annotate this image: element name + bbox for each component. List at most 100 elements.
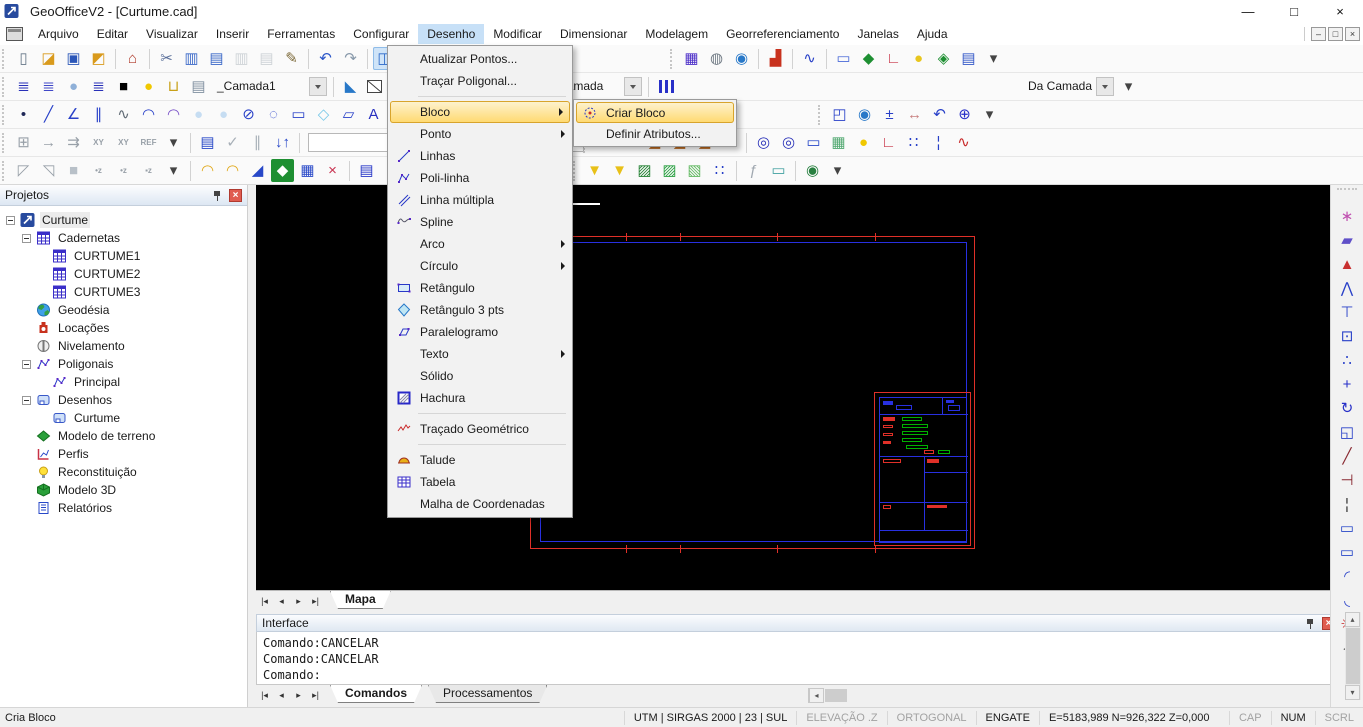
tree-expander-icon[interactable] [22, 359, 31, 369]
tree-item-curtume1[interactable]: CURTUME1 [2, 247, 247, 265]
filter-edit-icon[interactable]: ▼ [608, 159, 631, 182]
tree-item-curtume-drawing[interactable]: Curtume [2, 409, 247, 427]
menu-item-spline[interactable]: Spline [388, 211, 572, 233]
move-icon[interactable]: + [1336, 373, 1359, 396]
menu-item-linha-multipla[interactable]: Linha múltipla [388, 189, 572, 211]
check-points-icon[interactable]: ✓ [221, 131, 244, 154]
array-icon[interactable]: ∴ [1336, 349, 1359, 372]
circle-filled-tool-icon[interactable]: ● [187, 103, 210, 126]
circle-radius-tool-icon[interactable]: ⊘ [237, 103, 260, 126]
tree-item-desenhos[interactable]: Desenhos [2, 391, 247, 409]
cmd-prev-button[interactable]: ◂ [273, 687, 290, 703]
zoom-center-icon[interactable]: ⊕ [953, 103, 976, 126]
combo-arrow-icon[interactable] [309, 77, 327, 96]
modelo-terreno-icon[interactable]: ◆ [857, 47, 880, 70]
toolbar-overflow-icon[interactable]: ▾ [1117, 75, 1140, 98]
menu-configurar[interactable]: Configurar [344, 24, 418, 44]
layer-previous-icon[interactable]: ≣ [37, 75, 60, 98]
select-all-icon[interactable]: ■ [62, 159, 85, 182]
scroll-up-icon[interactable]: ▴ [1345, 612, 1360, 627]
toolbar-overflow-icon[interactable]: ▾ [978, 103, 1001, 126]
save-icon[interactable]: ▣ [62, 47, 85, 70]
polygon-area-icon[interactable]: ◆ [271, 159, 294, 182]
rectangle-3pt-tool-icon[interactable]: ◇ [312, 103, 335, 126]
fill-color-icon[interactable]: ◣ [339, 75, 362, 98]
mirror-icon[interactable]: ⋀ [1336, 277, 1359, 300]
formula-icon[interactable]: ƒ [742, 159, 765, 182]
break-icon[interactable]: ¦ [1336, 493, 1359, 516]
toolbar-overflow-icon[interactable]: ▾ [162, 159, 185, 182]
arc-3pt-tool-icon[interactable]: ◠ [162, 103, 185, 126]
light-bulb-icon[interactable]: ● [852, 131, 875, 154]
tree-item-nivelamento[interactable]: Nivelamento [2, 337, 247, 355]
toolbar-grip[interactable] [670, 48, 676, 69]
maximize-button[interactable]: □ [1271, 0, 1317, 22]
point-tool-icon[interactable]: • [12, 103, 35, 126]
combo-arrow-icon[interactable] [624, 77, 642, 96]
tab-mapa[interactable]: Mapa [330, 591, 391, 609]
menu-item-tabela[interactable]: Tabela [388, 471, 572, 493]
menu-item-arco[interactable]: Arco [388, 233, 572, 255]
toolbar-overflow-icon[interactable]: ▾ [982, 47, 1005, 70]
pen-color-swatch[interactable] [367, 80, 382, 93]
scrollbar-thumb[interactable] [1346, 628, 1360, 684]
undo-icon[interactable]: ↶ [314, 47, 337, 70]
parallel-disabled-icon[interactable]: ∥ [246, 131, 269, 154]
tree-expander-icon[interactable] [6, 215, 15, 225]
tab-comandos[interactable]: Comandos [330, 685, 422, 703]
line-tool-icon[interactable]: ╱ [37, 103, 60, 126]
rounded-rect-icon[interactable]: ▭ [767, 159, 790, 182]
menu-item-circulo[interactable]: Círculo [388, 255, 572, 277]
cmd-last-button[interactable]: ▸| [307, 687, 324, 703]
hatch-dash-icon[interactable]: ▧ [683, 159, 706, 182]
cut-icon[interactable]: ✂ [155, 47, 178, 70]
tree-item-cadernetas[interactable]: Cadernetas [2, 229, 247, 247]
block-insert-icon[interactable]: ◎ [777, 131, 800, 154]
relatorios-icon[interactable]: ▤ [957, 47, 980, 70]
tree-item-reconstituicao[interactable]: Reconstituição [2, 463, 247, 481]
menu-item-definir-atributos[interactable]: Definir Atributos... [574, 123, 736, 144]
tree-expander-icon[interactable] [22, 233, 31, 243]
layer-on-bulb-icon[interactable]: ● [137, 75, 160, 98]
menu-item-ponto[interactable]: Ponto [388, 123, 572, 145]
viewport-icon[interactable]: ▭ [802, 131, 825, 154]
pin-icon[interactable] [212, 190, 223, 201]
layer-print-icon[interactable]: ▤ [187, 75, 210, 98]
menu-item-atualizar-pontos[interactable]: Atualizar Pontos... [388, 48, 572, 70]
menu-item-malha-de-coordenadas[interactable]: Malha de Coordenadas [388, 493, 572, 515]
cogo-xy-icon[interactable]: XY [87, 131, 110, 154]
paste-icon[interactable]: ▤ [205, 47, 228, 70]
menu-item-linhas[interactable]: Linhas [388, 145, 572, 167]
toolbar-grip[interactable] [2, 160, 8, 181]
zoom-window-icon[interactable]: ◰ [828, 103, 851, 126]
text-tool-icon[interactable]: A [362, 103, 385, 126]
reconstituicao-icon[interactable]: ● [907, 47, 930, 70]
menu-dimensionar[interactable]: Dimensionar [551, 24, 636, 44]
cmd-next-button[interactable]: ▸ [290, 687, 307, 703]
horizontal-scrollbar[interactable]: ◂ ▸ [808, 688, 1363, 703]
toolbar-grip[interactable] [818, 104, 824, 125]
toolbar-grip[interactable] [2, 48, 8, 69]
zoom-extents-icon[interactable]: ◉ [853, 103, 876, 126]
mdi-restore-button[interactable]: □ [1328, 26, 1343, 41]
redo-icon[interactable]: ↷ [339, 47, 362, 70]
status-crs[interactable]: UTM | SIRGAS 2000 | 23 | SUL [623, 710, 796, 725]
chamfer-icon[interactable]: ◟ [1336, 589, 1359, 612]
cmd-first-button[interactable]: |◂ [256, 687, 273, 703]
profile-red-icon[interactable]: ∟ [877, 131, 900, 154]
menu-item-retangulo[interactable]: Retângulo [388, 277, 572, 299]
edit-poly-icon[interactable]: ▭ [1336, 517, 1359, 540]
scale-icon[interactable]: ◱ [1336, 421, 1359, 444]
tree-item-perfis[interactable]: Perfis [2, 445, 247, 463]
cogo-offset-icon[interactable]: ⇉ [62, 131, 85, 154]
panel-splitter[interactable] [248, 185, 256, 707]
rotate-icon[interactable]: ↻ [1336, 397, 1359, 420]
rectangle-tool-icon[interactable]: ▭ [287, 103, 310, 126]
select-crossing-icon[interactable]: ◹ [37, 159, 60, 182]
hatch-pattern-icon[interactable]: ▨ [633, 159, 656, 182]
minimize-button[interactable]: — [1225, 0, 1271, 22]
talude-wedge-icon[interactable]: ◢ [246, 159, 269, 182]
talude-auto-icon[interactable]: ◠ [196, 159, 219, 182]
paste-disabled-icon[interactable]: ▤ [255, 47, 278, 70]
z-point-icon[interactable]: •z [87, 159, 110, 182]
